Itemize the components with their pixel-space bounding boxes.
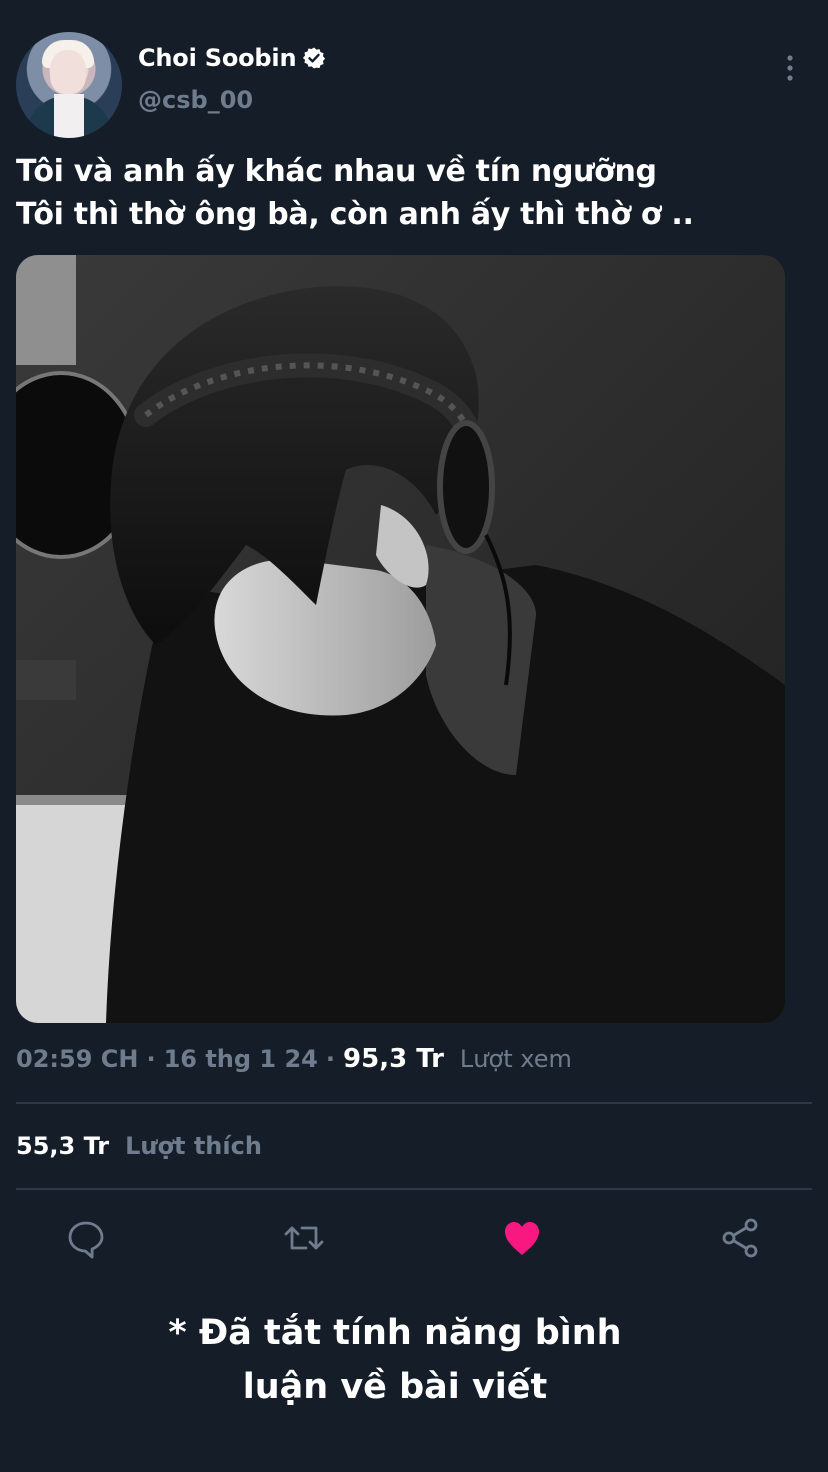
reply-button[interactable] — [64, 1216, 108, 1260]
share-button[interactable] — [718, 1216, 762, 1260]
likes-stat[interactable]: 55,3 Tr Lượt thích — [16, 1132, 262, 1160]
divider — [16, 1102, 812, 1104]
author-name-row[interactable]: Choi Soobin — [138, 44, 326, 72]
views-count: 95,3 Tr — [343, 1044, 444, 1074]
tweet-text: Tôi và anh ấy khác nhau về tín ngưỡng Tô… — [16, 154, 694, 232]
like-button[interactable] — [500, 1216, 544, 1260]
tweet-timestamp[interactable]: 02:59 CH — [16, 1045, 138, 1073]
share-icon — [718, 1216, 762, 1260]
author-display-name[interactable]: Choi Soobin — [138, 44, 297, 72]
tweet-date[interactable]: 16 thg 1 24 — [164, 1045, 318, 1073]
reply-icon — [64, 1216, 108, 1260]
views-label: Lượt xem — [459, 1045, 572, 1073]
meta-separator: · — [325, 1045, 336, 1073]
retweet-icon — [282, 1216, 326, 1260]
author-handle[interactable]: @csb_00 — [138, 86, 253, 114]
more-vertical-icon[interactable] — [778, 54, 802, 82]
likes-label: Lượt thích — [125, 1132, 262, 1160]
retweet-button[interactable] — [282, 1216, 326, 1260]
meta-separator: · — [146, 1045, 156, 1073]
tweet-photo[interactable] — [16, 255, 785, 1023]
avatar[interactable] — [16, 32, 122, 138]
divider — [16, 1188, 812, 1190]
verified-badge-icon — [302, 46, 326, 70]
likes-count: 55,3 Tr — [16, 1132, 110, 1160]
comments-disabled-note: * Đã tắt tính năng bình luận về bài viết — [168, 1313, 622, 1407]
heart-icon — [500, 1216, 544, 1260]
tweet-meta: 02:59 CH · 16 thg 1 24 · 95,3 Tr Lượt xe… — [16, 1044, 572, 1074]
